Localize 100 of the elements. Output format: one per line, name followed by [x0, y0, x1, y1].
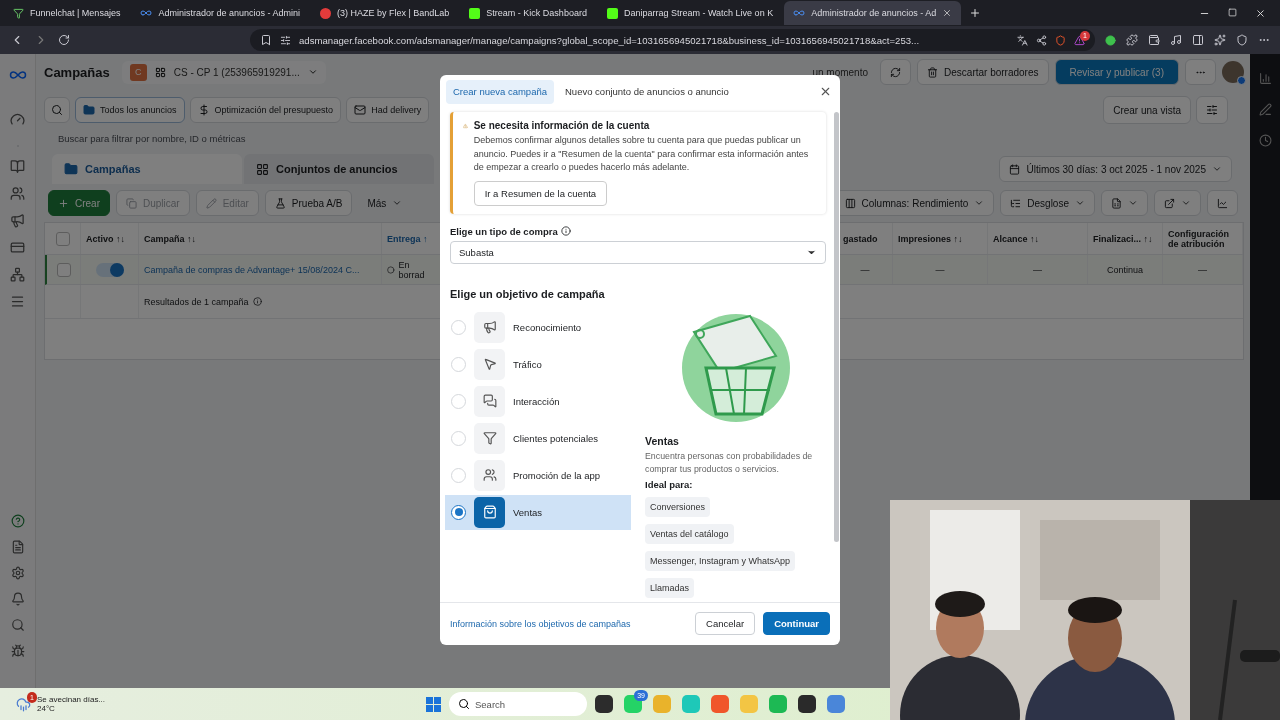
objective-option[interactable]: Reconocimiento: [445, 309, 631, 345]
active-toggle[interactable]: [95, 262, 124, 277]
share-icon[interactable]: [1036, 34, 1047, 46]
filter-chip[interactable]: Optimización del presupuesto: [189, 97, 342, 123]
level-tab[interactable]: Campañas: [52, 154, 242, 184]
campaign-name[interactable]: Campaña de compras de Advantage+ 15/08/2024 C...: [144, 264, 360, 275]
objective-option[interactable]: Promoción de la app: [445, 457, 631, 493]
record-app-icon[interactable]: [798, 695, 816, 713]
column-header[interactable]: Activo ↑↓: [86, 233, 125, 244]
chart-button[interactable]: [1207, 190, 1238, 216]
music-icon[interactable]: [1170, 34, 1182, 46]
taskbar-search[interactable]: Search: [449, 692, 587, 716]
bookmark-icon[interactable]: [260, 34, 272, 46]
search-button[interactable]: [44, 97, 70, 123]
site-settings-icon[interactable]: [280, 34, 291, 46]
refresh-button[interactable]: [880, 59, 912, 85]
weather-icon[interactable]: [16, 696, 31, 712]
cancel-button[interactable]: Cancelar: [695, 612, 756, 636]
column-header[interactable]: Finalizaci... ↑↓: [1093, 233, 1153, 244]
filter-chip[interactable]: Had delivery: [346, 97, 430, 123]
card-icon[interactable]: [10, 240, 25, 255]
avatar[interactable]: [1222, 61, 1244, 83]
browser-tab[interactable]: Daniparrag Stream - Watch Live on K: [597, 1, 783, 25]
reload-icon[interactable]: [58, 34, 70, 46]
discard-button[interactable]: Descartar borradores: [917, 59, 1049, 85]
dialog-tab[interactable]: Crear nueva campaña: [446, 79, 554, 104]
report-button[interactable]: [1101, 190, 1148, 216]
toolbar-button[interactable]: Más: [358, 190, 412, 216]
column-header[interactable]: gastado: [843, 233, 878, 244]
clock-icon[interactable]: [1258, 134, 1272, 147]
settings-icon[interactable]: [10, 566, 25, 580]
folder-icon: [64, 162, 78, 176]
music-app-icon[interactable]: [769, 695, 787, 713]
select-all-checkbox[interactable]: [55, 231, 70, 246]
close-icon[interactable]: [942, 8, 953, 18]
column-header[interactable]: Impresiones ↑↓: [898, 233, 963, 244]
bug-icon[interactable]: [10, 644, 25, 658]
translate-icon[interactable]: [1017, 34, 1028, 46]
browser-tab[interactable]: Administrador de anuncios - Ad: [784, 1, 962, 25]
browser-tab[interactable]: Administrador de anuncios - Admini: [131, 1, 309, 25]
megaphone-icon: [482, 320, 497, 335]
search-field[interactable]: Buscar para filtrar por nombre, ID o métricas: [58, 132, 246, 144]
puzzle-icon[interactable]: [1126, 34, 1138, 46]
book-icon[interactable]: [10, 159, 25, 174]
column-header[interactable]: Alcance ↑↓: [993, 233, 1040, 244]
menu-icon[interactable]: [10, 294, 25, 309]
create-view-button[interactable]: Crear una vista: [1103, 96, 1191, 124]
account-selector[interactable]: C CS - CP 1 (253965919291...: [121, 60, 326, 84]
triangle-icon[interactable]: [1074, 34, 1085, 46]
publish-button[interactable]: Revisar y publicar (3): [1054, 59, 1179, 85]
dialog-tab[interactable]: Nuevo conjunto de anuncios o anuncio: [558, 79, 736, 104]
pen-icon[interactable]: [1258, 103, 1272, 116]
account-summary-button[interactable]: Ir a Resumen de la cuenta: [473, 180, 608, 206]
megaphone-icon[interactable]: [10, 213, 25, 228]
start-icon[interactable]: [426, 696, 441, 712]
shield-icon[interactable]: [1055, 34, 1066, 46]
continue-button[interactable]: Continuar: [763, 612, 830, 636]
objective-option[interactable]: Clientes potenciales: [445, 420, 631, 456]
notepad-icon[interactable]: [827, 695, 845, 713]
sidebar-icon[interactable]: [1192, 34, 1204, 46]
lion-browser-icon[interactable]: [711, 695, 729, 713]
browser-tab[interactable]: (3) HAZE by Flex | BandLab: [310, 1, 459, 25]
objectives-info-link[interactable]: Información sobre los objetivos de campañas: [450, 618, 631, 629]
row-checkbox[interactable]: [56, 262, 71, 277]
radio-button[interactable]: [451, 504, 466, 520]
column-header[interactable]: Campaña ↑↓: [144, 233, 196, 244]
level-tab[interactable]: Conjuntos de anuncios: [244, 154, 434, 184]
network-icon[interactable]: [10, 267, 25, 282]
square-app-icon[interactable]: [595, 695, 613, 713]
column-header[interactable]: Entrega ↑: [387, 233, 428, 244]
sparkles-icon[interactable]: [1214, 34, 1226, 46]
maximize-icon[interactable]: [1228, 7, 1237, 17]
scrollbar[interactable]: [833, 112, 839, 543]
bell-icon[interactable]: [10, 592, 25, 606]
browser-tab[interactable]: Funnelchat | Mensajes: [4, 1, 130, 25]
people-icon[interactable]: [10, 186, 25, 201]
export-button[interactable]: [1154, 190, 1201, 216]
settings-button[interactable]: [1196, 96, 1228, 124]
toolbar-button[interactable]: Prueba A/B: [264, 190, 353, 216]
column-header[interactable]: Configuración de atribución: [1168, 228, 1237, 249]
shield-icon[interactable]: [1236, 34, 1248, 46]
buying-type-select[interactable]: Subasta: [450, 240, 826, 264]
breakdown-button[interactable]: Desglose: [1000, 190, 1095, 216]
flask-icon: [274, 197, 286, 209]
circle-icon[interactable]: [1105, 34, 1116, 46]
objective-option[interactable]: Interacción: [445, 383, 631, 419]
filter-chip[interactable]: Todos los anuncios: [75, 97, 185, 123]
objective-option[interactable]: Tráfico: [445, 346, 631, 382]
close-icon[interactable]: [1255, 7, 1266, 19]
objective-option[interactable]: Ventas: [445, 494, 631, 530]
browser-tab[interactable]: Stream - Kick Dashboard: [460, 1, 596, 25]
create-button[interactable]: Crear: [48, 190, 110, 216]
help-icon[interactable]: [10, 514, 25, 528]
gauge-icon[interactable]: [10, 112, 25, 127]
chart-icon[interactable]: [1258, 72, 1272, 85]
wallet-icon[interactable]: [1148, 34, 1160, 46]
document-icon[interactable]: [10, 540, 25, 554]
search-icon[interactable]: [10, 618, 25, 632]
date-range-button[interactable]: Últimos 30 días: 3 oct 2025 - 1 nov 2025: [999, 156, 1232, 182]
new-tab-icon[interactable]: [969, 7, 982, 19]
